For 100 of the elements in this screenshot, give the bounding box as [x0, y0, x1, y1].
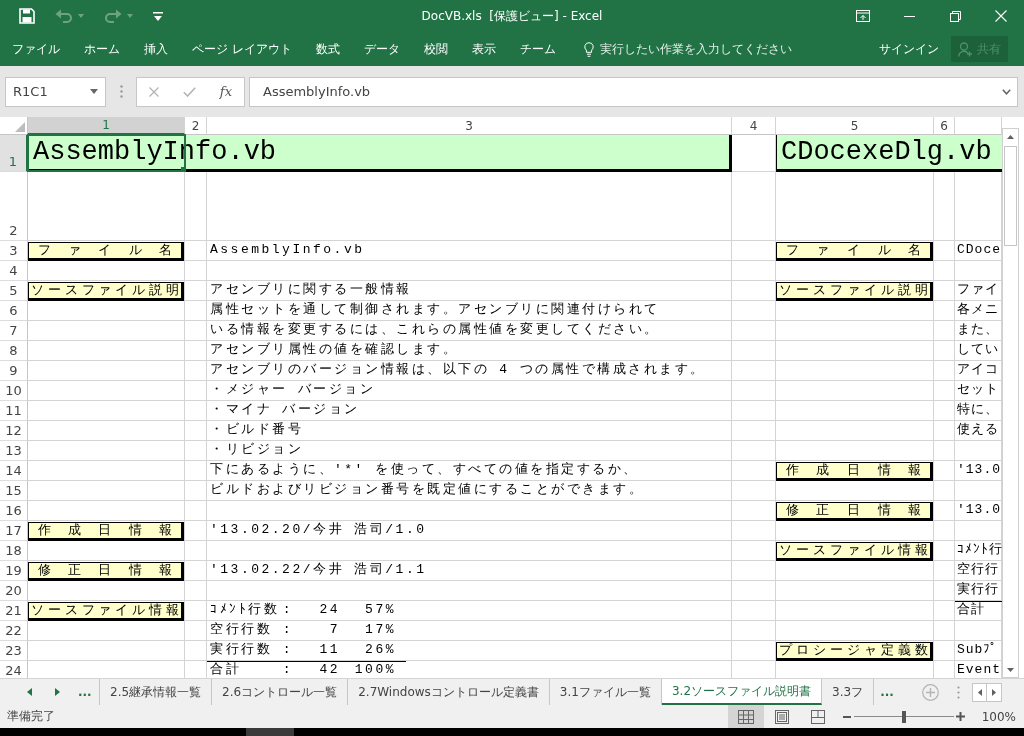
field-label: ソースファイル説明 — [776, 282, 933, 301]
cell-text: してい — [957, 342, 999, 358]
check-icon[interactable] — [182, 86, 196, 97]
row-header[interactable]: 12 — [0, 421, 28, 441]
row-header[interactable]: 5 — [0, 281, 28, 301]
column-header[interactable]: 3 — [207, 117, 732, 135]
status-text: 準備完了 — [6, 708, 55, 725]
row-header[interactable]: 13 — [0, 441, 28, 461]
tell-me-field[interactable]: 実行したい作業を入力してください — [599, 42, 800, 56]
stat-colon: : — [281, 642, 295, 658]
row-header[interactable]: 18 — [0, 541, 28, 561]
row-header[interactable]: 23 — [0, 641, 28, 661]
row-header[interactable]: 20 — [0, 581, 28, 601]
stat-label: 空行行数 — [210, 622, 273, 638]
stat-count: 42 — [318, 662, 340, 678]
cell-text: 下にあるように、'*' を使って、すべての値を指定するか、 — [210, 462, 639, 478]
row-header[interactable]: 22 — [0, 621, 28, 641]
row-header[interactable]: 8 — [0, 341, 28, 361]
column-header[interactable]: 2 — [185, 117, 207, 135]
normal-view-button[interactable] — [727, 705, 764, 728]
field-label: 修正日情報 — [776, 502, 933, 521]
row-header[interactable]: 9 — [0, 361, 28, 381]
cell-text: 特に、 — [957, 402, 999, 418]
cell-text: 合計 — [957, 602, 985, 618]
column-header[interactable]: 1 — [28, 117, 185, 135]
ribbon-tab[interactable]: 挿入 — [132, 36, 180, 62]
ribbon-tab[interactable]: データ — [351, 36, 412, 62]
ribbon-tab[interactable]: ファイル — [0, 36, 72, 62]
ribbon-tab[interactable]: ホーム — [72, 36, 132, 62]
column-header[interactable]: 6 — [934, 117, 955, 135]
row-header[interactable]: 6 — [0, 301, 28, 321]
ribbon-tab[interactable]: 校閲 — [411, 36, 460, 62]
row-header[interactable]: 14 — [0, 461, 28, 481]
stat-colon: : — [281, 622, 295, 638]
stat-colon: : — [281, 602, 295, 618]
more-sheets-button[interactable]: ... — [880, 679, 894, 705]
row-header[interactable]: 15 — [0, 481, 28, 501]
row-header[interactable]: 1 — [0, 135, 28, 172]
sign-in-button[interactable]: サインイン — [875, 40, 943, 58]
stat-percent: 17% — [364, 622, 396, 638]
sheet-tab[interactable]: 3.2ソースファイル説明書 — [661, 679, 823, 705]
cell-text: いる情報を変更するには、これらの属性値を変更してください。 — [210, 322, 660, 338]
ribbon-tab[interactable]: 数式 — [303, 36, 352, 62]
page-break-icon — [810, 709, 825, 724]
field-label: プロシージャ定義数 — [776, 642, 933, 661]
row-header[interactable]: 21 — [0, 601, 28, 621]
field-label: ファイル名 — [776, 242, 933, 261]
name-box[interactable]: R1C1 — [5, 76, 106, 107]
more-sheets-button[interactable]: ... — [78, 685, 92, 699]
ribbon-tab[interactable]: 表示 — [459, 36, 508, 62]
cell-text: '13.02.22/今井 浩司/1.1 — [210, 562, 427, 578]
row-header[interactable]: 7 — [0, 321, 28, 341]
formula-input[interactable]: AssemblyInfo.vb — [249, 76, 1018, 107]
scrollbar-thumb[interactable] — [1004, 146, 1017, 246]
corner-triangle-icon — [15, 122, 25, 132]
row-header[interactable]: 11 — [0, 401, 28, 421]
close-icon — [995, 10, 1007, 22]
scroll-left-button[interactable] — [972, 682, 987, 702]
column-header[interactable]: 5 — [776, 117, 934, 135]
row-header[interactable]: 17 — [0, 521, 28, 541]
zoom-slider-thumb[interactable] — [901, 710, 906, 723]
cell-text: CDoce — [957, 242, 1001, 258]
title-banner: CDocexeDlg.vb — [776, 135, 1002, 172]
cell-text: アセンブリ属性の値を確認します。 — [210, 342, 458, 358]
cell-text: ファイ — [957, 282, 999, 298]
vertical-scrollbar[interactable] — [1002, 128, 1019, 678]
left-triangle-icon — [977, 688, 982, 696]
dropdown-caret-icon[interactable] — [90, 89, 98, 94]
cell-text: '13.0 — [957, 502, 1001, 518]
cell-text: アセンブリに関する一般情報 — [210, 282, 412, 298]
cell-text: 属性セットを通して制御されます。アセンブリに関連付けられて — [210, 302, 660, 318]
right-triangle-icon — [992, 688, 996, 696]
redo-icon — [104, 8, 122, 24]
minimize-icon — [903, 15, 915, 17]
column-header[interactable]: 4 — [732, 117, 776, 135]
row-header[interactable]: 3 — [0, 241, 28, 261]
save-button[interactable] — [19, 6, 35, 26]
ribbon-tab[interactable]: チーム — [507, 36, 568, 62]
zoom-in-button[interactable] — [953, 709, 968, 724]
dots-icon[interactable] — [957, 685, 960, 699]
row-header[interactable]: 19 — [0, 561, 28, 581]
expand-chevron-icon[interactable] — [1002, 88, 1011, 95]
insert-function-button[interactable]: fx — [219, 84, 232, 99]
page-icon — [774, 709, 789, 724]
row-header[interactable]: 2 — [0, 172, 28, 241]
cell-text: 実行行 — [957, 582, 999, 598]
caret-icon — [78, 14, 84, 18]
row-header[interactable]: 16 — [0, 501, 28, 521]
scroll-right-button[interactable] — [987, 682, 1002, 702]
cell-text: ・メジャー バージョン — [210, 382, 376, 398]
row-header[interactable]: 4 — [0, 261, 28, 281]
plus-icon — [956, 712, 966, 721]
field-label: ソースファイル説明 — [28, 282, 184, 301]
cell-text: ビルドおよびリビジョン番号を既定値にすることができます。 — [210, 482, 644, 498]
left-triangle-icon — [26, 688, 32, 696]
row-header[interactable]: 10 — [0, 381, 28, 401]
zoom-level-text: 100% — [981, 709, 1016, 724]
cell-text: セット — [957, 382, 999, 398]
ribbon-tab[interactable]: ページ レイアウト — [180, 36, 304, 62]
dots-icon[interactable] — [120, 85, 123, 98]
